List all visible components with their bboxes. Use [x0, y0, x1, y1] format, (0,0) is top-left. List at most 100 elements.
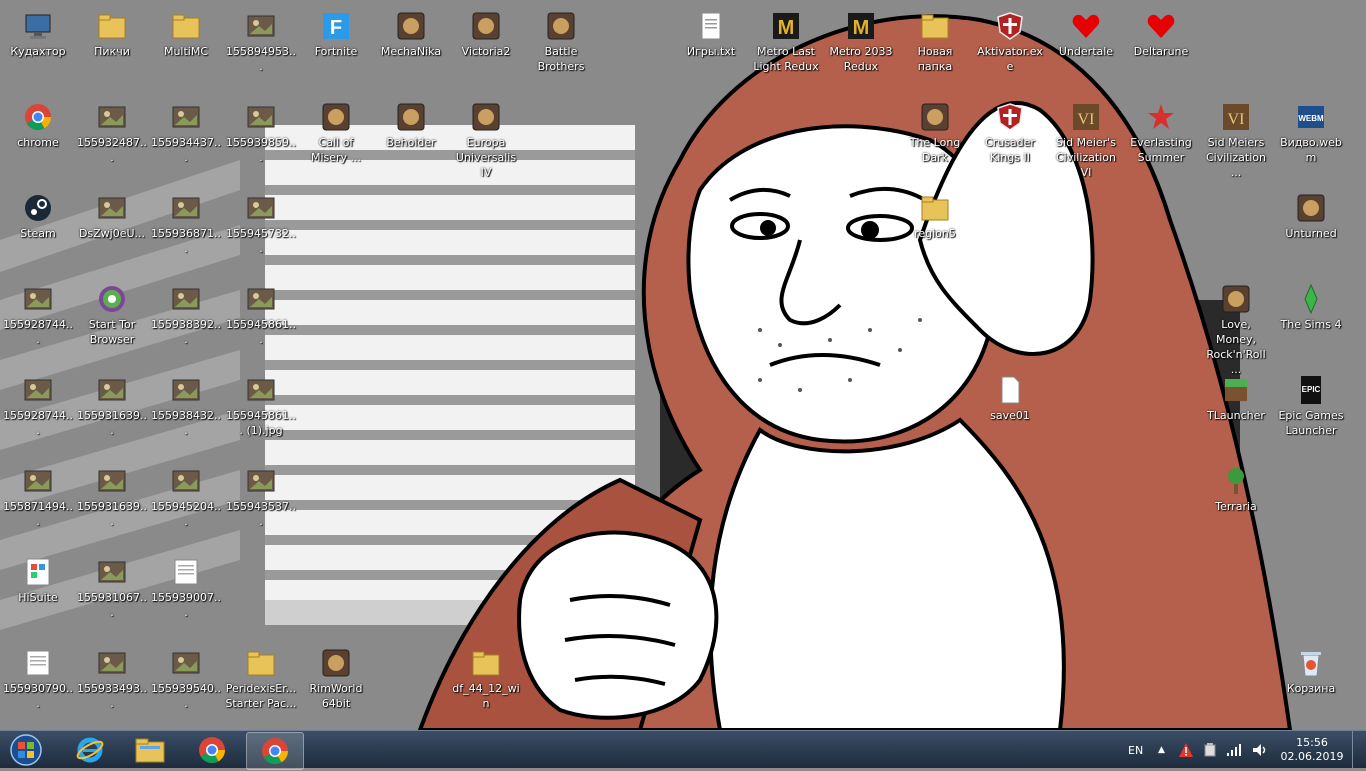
- desktop-icon[interactable]: save01: [972, 374, 1048, 423]
- desktop-icon[interactable]: Crusader Kings II: [972, 101, 1048, 165]
- desktop-icon[interactable]: M Metro Last Light Redux: [748, 10, 824, 74]
- star-icon: [1145, 101, 1177, 133]
- device-tray-icon[interactable]: [1203, 731, 1217, 769]
- desktop-icon[interactable]: 155934437...: [148, 101, 224, 165]
- desktop-icon[interactable]: 155931067...: [74, 556, 150, 620]
- desktop-icon[interactable]: df_44_12_win: [448, 647, 524, 711]
- image-icon: [245, 374, 277, 406]
- desktop-icon[interactable]: Call of Misery ...: [298, 101, 374, 165]
- show-desktop-button[interactable]: [1352, 731, 1366, 769]
- image-icon: [170, 647, 202, 679]
- desktop-icon[interactable]: DsZwj0eU...: [74, 192, 150, 241]
- folder-icon: [245, 647, 277, 679]
- desktop-icon[interactable]: The Sims 4: [1273, 283, 1349, 332]
- desktop-icon[interactable]: Terraria: [1198, 465, 1274, 514]
- desktop-icon[interactable]: Новая папка: [897, 10, 973, 74]
- desktop-icon[interactable]: F Fortnite: [298, 10, 374, 59]
- network-tray-icon[interactable]: [1226, 731, 1242, 769]
- desktop-icon[interactable]: 155938432...: [148, 374, 224, 438]
- desktop-icon[interactable]: Unturned: [1273, 192, 1349, 241]
- desktop-icon[interactable]: 155945861...: [223, 283, 299, 347]
- desktop-icon[interactable]: 155894953...: [223, 10, 299, 74]
- desktop-icon[interactable]: 155939540...: [148, 647, 224, 711]
- desktop-icon[interactable]: 155928744...: [0, 374, 76, 438]
- desktop-icon-label: Fortnite: [314, 45, 358, 58]
- desktop-icon[interactable]: 155931639...: [74, 465, 150, 529]
- desktop-icon[interactable]: 155938392...: [148, 283, 224, 347]
- taskbar-chrome[interactable]: [184, 732, 240, 768]
- image-icon: [170, 283, 202, 315]
- image-icon: [96, 101, 128, 133]
- desktop-icon[interactable]: Victoria2: [448, 10, 524, 59]
- desktop-icon[interactable]: RimWorld 64bit: [298, 647, 374, 711]
- clock[interactable]: 15:56 02.06.2019: [1281, 731, 1344, 769]
- desktop-icon[interactable]: 155930790...: [0, 647, 76, 711]
- image-icon: [170, 465, 202, 497]
- fortnite-icon: F: [320, 10, 352, 42]
- taskbar-chrome-active[interactable]: [246, 732, 304, 770]
- tray-expand-button[interactable]: ▲: [1158, 731, 1165, 769]
- game-icon: [545, 10, 577, 42]
- taskbar-internet-explorer[interactable]: [62, 732, 118, 768]
- desktop-icon[interactable]: VI Sid Meier's Civilization VI: [1048, 101, 1124, 180]
- start-button[interactable]: [6, 733, 46, 767]
- desktop-icon[interactable]: Игры.txt: [673, 10, 749, 59]
- desktop-icon[interactable]: 155945204...: [148, 465, 224, 529]
- desktop-icon[interactable]: 155928744...: [0, 283, 76, 347]
- desktop-icon-label: Epic Games Launcher: [1278, 409, 1344, 437]
- desktop-icon-label: 155939007...: [151, 591, 221, 619]
- desktop-icon[interactable]: 155943537...: [223, 465, 299, 529]
- desktop-icon[interactable]: M Metro 2033 Redux: [823, 10, 899, 74]
- volume-tray-icon[interactable]: [1252, 731, 1268, 769]
- desktop-icon[interactable]: Beholder: [373, 101, 449, 150]
- desktop-icon[interactable]: Love, Money, Rock'n'Roll ...: [1198, 283, 1274, 377]
- desktop-icon[interactable]: Корзина: [1273, 647, 1349, 696]
- desktop-icon-label: Sid Meiers Civilization ...: [1205, 136, 1266, 179]
- desktop-icon[interactable]: Aktivator.exe: [972, 10, 1048, 74]
- desktop-icon[interactable]: Deltarune: [1123, 10, 1199, 59]
- desktop-icon[interactable]: Пикчи: [74, 10, 150, 59]
- desktop-icon[interactable]: MultiMC: [148, 10, 224, 59]
- desktop-icon[interactable]: 155936871...: [148, 192, 224, 256]
- taskbar-explorer[interactable]: [122, 732, 178, 768]
- desktop-icon[interactable]: Кудахтор: [0, 10, 76, 59]
- desktop-icon[interactable]: Steam: [0, 192, 76, 241]
- desktop-icon[interactable]: EPIC Epic Games Launcher: [1273, 374, 1349, 438]
- image-icon: [170, 192, 202, 224]
- desktop-icon[interactable]: chrome: [0, 101, 76, 150]
- desktop-icon[interactable]: 155933493...: [74, 647, 150, 711]
- desktop-icon[interactable]: Undertale: [1048, 10, 1124, 59]
- image-icon: [22, 374, 54, 406]
- desktop-icon[interactable]: WEBM Видво.webm: [1273, 101, 1349, 165]
- desktop-icon[interactable]: Start Tor Browser: [74, 283, 150, 347]
- chrome-icon: [22, 101, 54, 133]
- desktop-icon[interactable]: Everlasting Summer: [1123, 101, 1199, 165]
- action-center-icon[interactable]: [1178, 731, 1194, 769]
- desktop-icon[interactable]: region5: [897, 192, 973, 241]
- desktop-icon[interactable]: HiSuite: [0, 556, 76, 605]
- desktop-icon[interactable]: 155931639...: [74, 374, 150, 438]
- desktop-icon-label: MultiMC: [163, 45, 209, 58]
- desktop-icon[interactable]: PeridexisEr... Starter Pac...: [223, 647, 299, 711]
- desktop-icon[interactable]: 155945861... (1).jpg: [223, 374, 299, 438]
- desktop-icon[interactable]: 155871494...: [0, 465, 76, 529]
- language-label: EN: [1128, 743, 1144, 757]
- folder-icon: [919, 10, 951, 42]
- desktop-icon-label: 155871494...: [3, 500, 73, 528]
- desktop-icon[interactable]: MechaNika: [373, 10, 449, 59]
- desktop-icon[interactable]: Battle Brothers: [523, 10, 599, 74]
- computer-icon: [22, 10, 54, 42]
- desktop-icon[interactable]: TLauncher: [1198, 374, 1274, 423]
- desktop-icon[interactable]: 155939007...: [148, 556, 224, 620]
- desktop-icon[interactable]: 155939859...: [223, 101, 299, 165]
- desktop-icon[interactable]: Europa Universalis IV: [448, 101, 524, 180]
- desktop-icon-label: The Sims 4: [1280, 318, 1342, 331]
- desktop-icon[interactable]: VI Sid Meiers Civilization ...: [1198, 101, 1274, 180]
- desktop-icon-label: Новая папка: [917, 45, 953, 73]
- desktop-icon[interactable]: 155945732...: [223, 192, 299, 256]
- desktop-icon-label: region5: [914, 227, 956, 240]
- desktop-icon[interactable]: 155932487...: [74, 101, 150, 165]
- desktop-icon-label: Terraria: [1215, 500, 1257, 513]
- language-indicator[interactable]: EN: [1128, 731, 1143, 769]
- desktop-icon[interactable]: The Long Dark: [897, 101, 973, 165]
